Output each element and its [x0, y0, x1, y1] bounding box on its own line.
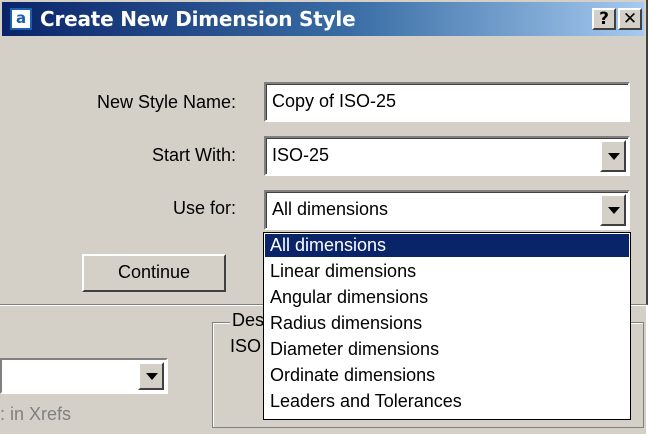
start-with-value: ISO-25 — [272, 145, 330, 165]
option-diameter-dimensions[interactable]: Diameter dimensions — [265, 338, 629, 361]
chevron-down-icon[interactable] — [600, 194, 626, 226]
app-icon: a — [10, 8, 32, 30]
option-leaders-and-tolerances[interactable]: Leaders and Tolerances — [265, 390, 629, 413]
use-for-label: Use for: — [172, 198, 236, 218]
start-with-dropdown[interactable]: ISO-25 — [264, 136, 630, 176]
new-style-name-input[interactable]: Copy of ISO-25 — [264, 82, 630, 122]
help-button[interactable]: ? — [592, 8, 616, 30]
use-for-options-list[interactable]: All dimensions Linear dimensions Angular… — [263, 232, 631, 420]
title-bar[interactable]: a Create New Dimension Style ? ✕ — [2, 2, 644, 36]
xrefs-label: : in Xrefs — [0, 404, 72, 424]
option-radius-dimensions[interactable]: Radius dimensions — [265, 312, 629, 335]
close-button[interactable]: ✕ — [618, 8, 642, 30]
option-angular-dimensions[interactable]: Angular dimensions — [265, 286, 629, 309]
continue-button[interactable]: Continue — [82, 254, 226, 292]
new-style-name-value: Copy of ISO-25 — [272, 91, 397, 111]
start-with-label: Start With: — [151, 145, 236, 165]
use-for-dropdown[interactable]: All dimensions — [264, 190, 630, 230]
use-for-value: All dimensions — [272, 199, 389, 219]
background-dropdown[interactable] — [0, 358, 168, 394]
dialog-title: Create New Dimension Style — [40, 7, 356, 31]
description-legend: Des — [230, 310, 267, 331]
new-style-name-label: New Style Name: — [96, 92, 236, 112]
option-all-dimensions[interactable]: All dimensions — [265, 234, 629, 257]
description-text: ISO — [230, 336, 262, 356]
option-ordinate-dimensions[interactable]: Ordinate dimensions — [265, 364, 629, 387]
option-linear-dimensions[interactable]: Linear dimensions — [265, 260, 629, 283]
chevron-down-icon[interactable] — [600, 140, 626, 172]
chevron-down-icon[interactable] — [138, 362, 164, 390]
